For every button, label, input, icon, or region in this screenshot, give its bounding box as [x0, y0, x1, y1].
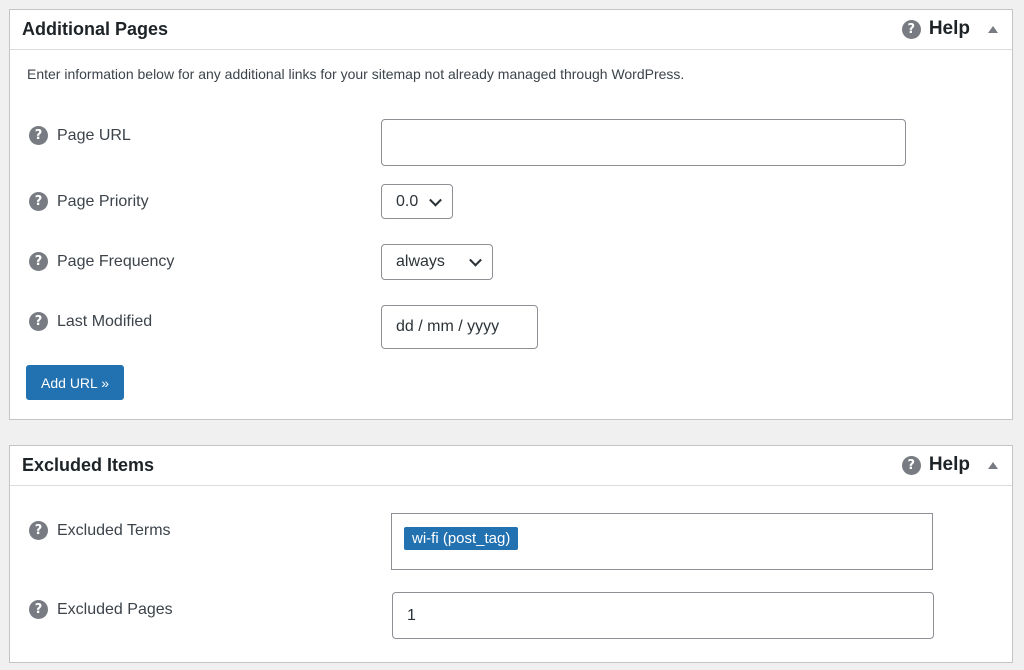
date-placeholder: dd / mm / yyyy [396, 318, 500, 335]
help-label: Help [928, 454, 970, 475]
add-url-button[interactable]: Add URL » [26, 365, 124, 400]
question-circle-icon: ? [901, 19, 921, 39]
excluded-pages-label: ? Excluded Pages [29, 600, 173, 619]
page-url-input[interactable] [381, 119, 906, 166]
field-label: Excluded Terms [57, 521, 171, 539]
excluded-terms-input[interactable]: wi-fi (post_tag) [391, 513, 933, 570]
excluded-terms-label: ? Excluded Terms [29, 521, 171, 540]
last-modified-date-input[interactable]: dd / mm / yyyy [381, 305, 538, 349]
question-circle-icon[interactable]: ? [29, 600, 48, 619]
chevron-down-icon [429, 193, 442, 207]
question-circle-icon[interactable]: ? [29, 312, 48, 331]
page-url-label: ? Page URL [29, 126, 131, 145]
panel-header: Excluded Items ? Help [10, 446, 1012, 486]
page-frequency-select[interactable]: always [381, 244, 493, 280]
select-value: 0.0 [396, 192, 419, 210]
page-priority-select[interactable]: 0.0 [381, 184, 453, 219]
chevron-down-icon [469, 253, 482, 267]
intro-text: Enter information below for any addition… [27, 66, 685, 82]
panel-title: Additional Pages [22, 19, 169, 39]
collapse-toggle-icon[interactable] [988, 26, 998, 33]
field-label: Page Priority [57, 192, 149, 210]
field-label: Excluded Pages [57, 600, 173, 618]
question-circle-icon[interactable]: ? [29, 126, 48, 145]
help-button[interactable]: ? Help [901, 454, 970, 476]
excluded-pages-input[interactable] [392, 592, 934, 639]
excluded-items-panel: Excluded Items ? Help ? Excluded Terms w… [9, 445, 1013, 663]
question-circle-icon[interactable]: ? [29, 521, 48, 540]
page-priority-label: ? Page Priority [29, 192, 149, 211]
collapse-toggle-icon[interactable] [988, 462, 998, 469]
panel-title: Excluded Items [22, 455, 155, 475]
page-frequency-label: ? Page Frequency [29, 252, 174, 271]
question-circle-icon[interactable]: ? [29, 192, 48, 211]
field-label: Page URL [57, 126, 131, 144]
question-circle-icon[interactable]: ? [29, 252, 48, 271]
help-button[interactable]: ? Help [901, 18, 970, 40]
help-label: Help [928, 18, 970, 39]
term-tag[interactable]: wi-fi (post_tag) [404, 527, 519, 550]
panel-header: Additional Pages ? Help [10, 10, 1012, 50]
additional-pages-panel: Additional Pages ? Help Enter informatio… [9, 9, 1013, 420]
field-label: Page Frequency [57, 252, 175, 270]
select-value: always [396, 253, 445, 270]
last-modified-label: ? Last Modified [29, 312, 152, 331]
question-circle-icon: ? [901, 455, 921, 475]
field-label: Last Modified [57, 312, 153, 330]
